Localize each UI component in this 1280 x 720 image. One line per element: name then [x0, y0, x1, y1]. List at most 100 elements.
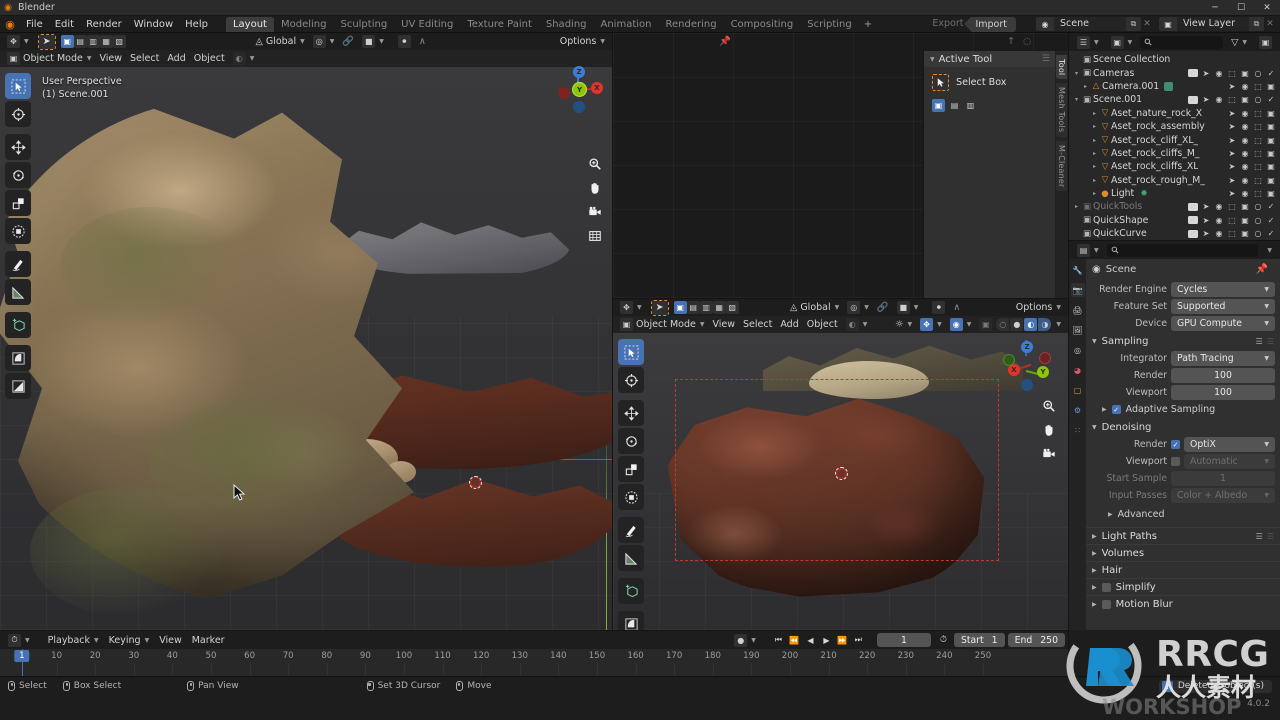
outliner-row[interactable]: ▾ ▣ Cameras ✓ ➤ ◉ ⬚ ▣ ○ ✓: [1069, 66, 1280, 79]
outliner-editor[interactable]: ☰ ▼ ▣ ▼ ▽ ▼ ▣ ▣ Scene Collection ▾ ▣ Cameras ✓…: [1069, 33, 1280, 240]
proportional-falloff-icon[interactable]: ∧: [415, 35, 430, 49]
workspace-tab-modeling[interactable]: Modeling: [274, 17, 334, 32]
outliner-restrict-toggles[interactable]: ✓ ➤ ◉ ⬚ ▣ ○ ✓: [1188, 69, 1280, 78]
disclosure-triangle-icon[interactable]: ▸: [1090, 163, 1099, 170]
outliner-row[interactable]: ▸ ▽ Aset_nature_rock_X ➤ ◉ ⬚ ▣: [1069, 107, 1280, 120]
gizmo-axis-neg-x-mid[interactable]: [1039, 352, 1051, 364]
panel-enable-checkbox[interactable]: [1101, 582, 1111, 592]
divider-right-panels[interactable]: [1068, 33, 1069, 676]
particles-tab[interactable]: ∷: [1071, 423, 1085, 437]
outliner-restrict-icon[interactable]: ◉: [1240, 149, 1250, 158]
outliner-restrict-icon[interactable]: ◉: [1240, 82, 1250, 91]
outliner-row[interactable]: ▣ QuickShape ✓ ➤ ◉ ⬚ ▣ ○ ✓: [1069, 214, 1280, 227]
viewport-left-toolbar[interactable]: [5, 73, 31, 399]
outliner-restrict-icon[interactable]: ◉: [1240, 109, 1250, 118]
timeline-menu-keying[interactable]: Keying ▼: [105, 633, 154, 647]
gizmo-axis-neg-z-mid[interactable]: [1021, 379, 1033, 391]
gizmo-axis-neg-x[interactable]: [558, 87, 570, 99]
outliner-row[interactable]: ▸ ▽ Aset_rock_cliff_XL_ ➤ ◉ ⬚ ▣: [1069, 133, 1280, 146]
tool-rotate-mid[interactable]: [618, 428, 644, 454]
feature-set-dropdown[interactable]: Supported ▼: [1171, 299, 1275, 314]
gizmo-toggle-mid[interactable]: ✥ ▼: [916, 318, 946, 332]
tool-select-box-mid[interactable]: [618, 339, 644, 365]
select-set-icon-panel[interactable]: ▣: [932, 99, 945, 112]
filter-icon[interactable]: ▽ ▼: [1227, 35, 1251, 49]
active-tool-row[interactable]: Select Box: [924, 67, 1055, 95]
outliner-restrict-icon[interactable]: ◉: [1214, 216, 1224, 225]
tool-cursor[interactable]: [5, 101, 31, 127]
minimize-button[interactable]: ─: [1202, 0, 1228, 16]
new-scene-button[interactable]: ⧉: [1126, 17, 1141, 31]
start-sample-row[interactable]: Start Sample 1: [1091, 471, 1275, 486]
outliner-restrict-icon[interactable]: ▣: [1266, 82, 1276, 91]
scene-tab[interactable]: ◎: [1071, 343, 1085, 357]
sampling-section-header[interactable]: ▼ Sampling ☰ ☰: [1086, 333, 1280, 349]
sidebar-tabstrip-top[interactable]: Tool Mesh Tools M-Cleaner: [1055, 51, 1068, 298]
outliner-restrict-icon[interactable]: ▣: [1240, 229, 1250, 238]
outliner-restrict-icon[interactable]: ▣: [1266, 162, 1276, 171]
next-keyframe-button[interactable]: ⏩: [835, 633, 850, 647]
outliner-restrict-icon[interactable]: ◉: [1240, 122, 1250, 131]
select-extend-icon-panel[interactable]: ▤: [948, 99, 961, 112]
tool-transform[interactable]: [5, 218, 31, 244]
viewport-options-dropdown-mid[interactable]: Options ▼: [1012, 301, 1065, 315]
shading-options-dropdown-mid[interactable]: ▼: [1051, 318, 1065, 332]
outliner-restrict-icon[interactable]: ➤: [1201, 202, 1211, 211]
object-mode-dropdown-mid[interactable]: ▣ Object Mode ▼: [616, 318, 708, 332]
outliner-restrict-icon[interactable]: ➤: [1227, 109, 1237, 118]
denoise-render-checkbox[interactable]: ✓: [1171, 440, 1180, 449]
outliner-item-badge[interactable]: [1164, 81, 1174, 91]
status-report[interactable]: i Deleted 1 object(s): [1158, 679, 1272, 693]
visibility-dropdown-mid[interactable]: ☼ ▼: [891, 318, 916, 332]
view-layer-tab[interactable]: 🖼: [1071, 323, 1085, 337]
adaptive-sampling-checkbox[interactable]: ✓: [1111, 405, 1121, 414]
prev-keyframe-button[interactable]: ⏪: [787, 633, 802, 647]
outliner-restrict-icon[interactable]: ▣: [1266, 136, 1276, 145]
workspace-tab-uv-editing[interactable]: UV Editing: [394, 17, 460, 32]
outliner-restrict-icon[interactable]: ⬚: [1253, 176, 1263, 185]
viewport-mode-extra-dropdown-mid[interactable]: ◐ ▼: [842, 318, 872, 332]
gizmo-axis-z[interactable]: Z: [573, 66, 585, 78]
outliner-restrict-icon[interactable]: ✓: [1266, 202, 1276, 211]
outliner-restrict-icon[interactable]: ⬚: [1227, 229, 1237, 238]
outliner-restrict-toggles[interactable]: ➤ ◉ ⬚ ▣: [1214, 189, 1280, 198]
timeline-playhead-badge[interactable]: 1: [14, 650, 30, 662]
pin-icon-properties[interactable]: 📌: [1256, 264, 1274, 275]
outliner-restrict-icon[interactable]: ▣: [1266, 189, 1276, 198]
tool-scale[interactable]: [5, 190, 31, 216]
outliner-restrict-icon[interactable]: ⬚: [1253, 109, 1263, 118]
outliner-restrict-toggles[interactable]: ✓ ➤ ◉ ⬚ ▣ ○ ✓: [1188, 95, 1280, 104]
transform-orientation-dropdown-mid[interactable]: ◬ Global ▼: [786, 301, 843, 315]
sampling-preset-icon[interactable]: ☰: [1256, 337, 1263, 346]
outliner-restrict-icon[interactable]: ○: [1253, 202, 1263, 211]
render-tab[interactable]: 📷: [1070, 283, 1085, 297]
object-mode-dropdown[interactable]: ▣ Object Mode ▼: [3, 52, 95, 66]
outliner-row[interactable]: ▸ ▽ Aset_rock_cliffs_M_ ➤ ◉ ⬚ ▣: [1069, 147, 1280, 160]
outliner-display-mode-icon[interactable]: ▣ ▼: [1107, 35, 1137, 49]
outliner-restrict-icon[interactable]: ◉: [1240, 189, 1250, 198]
outliner-restrict-icon[interactable]: ▣: [1266, 149, 1276, 158]
tool-toggle-extra[interactable]: [5, 373, 31, 399]
workspace-tab-sculpting[interactable]: Sculpting: [333, 17, 394, 32]
render-engine-dropdown[interactable]: Cycles ▼: [1171, 282, 1275, 297]
outliner-restrict-icon[interactable]: ➤: [1227, 162, 1237, 171]
tool-scale-mid[interactable]: [618, 456, 644, 482]
select-mode-buttons[interactable]: ▣ ▤ ▥: [924, 95, 1055, 116]
select-subtract-icon-mid[interactable]: ▥: [699, 301, 713, 314]
proportional-edit-toggle[interactable]: ⚫: [394, 35, 415, 49]
outliner-restrict-icon[interactable]: ▣: [1240, 216, 1250, 225]
outliner-restrict-icon[interactable]: ○: [1253, 216, 1263, 225]
play-reverse-button[interactable]: ◀: [803, 633, 818, 647]
sidebar-tab-m-cleaner[interactable]: M-Cleaner: [1056, 140, 1067, 192]
gizmo-axis-z-mid[interactable]: Z: [1021, 341, 1033, 353]
tool-measure[interactable]: [5, 279, 31, 305]
panel-expand-icon[interactable]: ▶: [1092, 584, 1097, 591]
outliner-checkbox[interactable]: ✓: [1188, 95, 1198, 104]
disclosure-triangle-icon[interactable]: ▸: [1090, 110, 1099, 117]
shading-material-icon[interactable]: ◐: [1024, 318, 1038, 331]
outliner-restrict-toggles[interactable]: ➤ ◉ ⬚ ▣: [1214, 109, 1280, 118]
start-sample-value[interactable]: 1: [1171, 471, 1275, 486]
end-frame-field[interactable]: End 250: [1007, 633, 1065, 647]
remove-scene-button[interactable]: ✕: [1141, 17, 1153, 31]
outliner-restrict-toggles[interactable]: ➤ ◉ ⬚ ▣: [1214, 176, 1280, 185]
